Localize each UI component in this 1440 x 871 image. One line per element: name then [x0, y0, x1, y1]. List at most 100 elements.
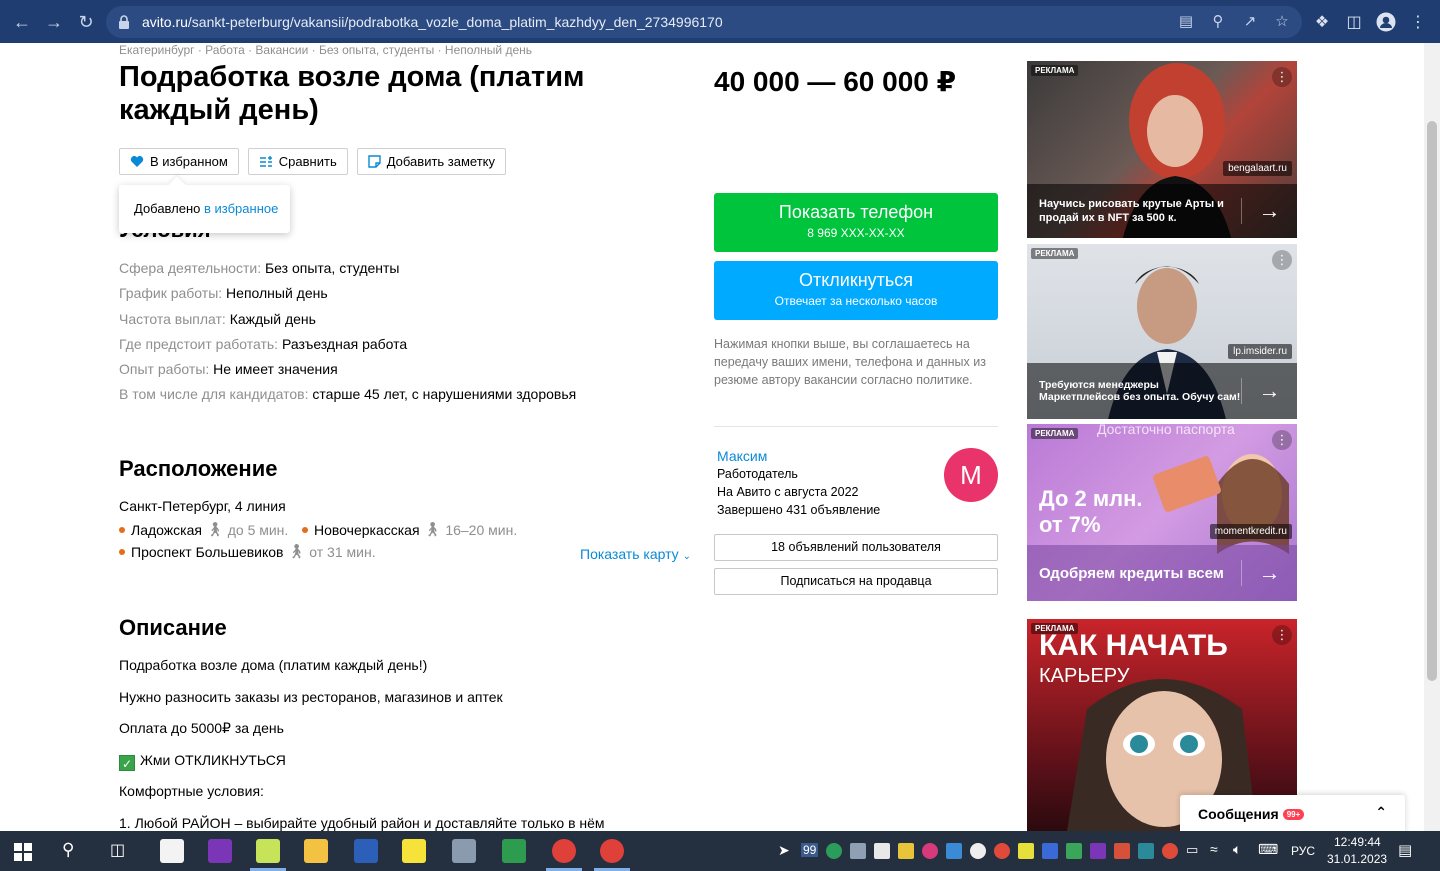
metro-dot-icon	[302, 526, 308, 533]
tooltip-favorites-link[interactable]: в избранное	[204, 201, 278, 216]
app-icon[interactable]	[452, 839, 476, 863]
lock-icon	[119, 15, 129, 29]
ad-label: РЕКЛАМА	[1031, 428, 1079, 439]
favorite-button[interactable]: В избранном	[119, 148, 239, 175]
chrome-app-icon[interactable]	[600, 839, 624, 863]
onenote-app-icon[interactable]	[208, 839, 232, 863]
back-arrow-icon[interactable]: ←	[6, 6, 38, 38]
chrome-app-icon[interactable]	[552, 839, 576, 863]
description-heading: Описание	[119, 615, 227, 640]
messages-panel[interactable]: Сообщения 99+ ⌃	[1180, 795, 1405, 831]
favorite-label: В избранном	[150, 154, 228, 169]
keyboard-icon[interactable]: ⌨	[1258, 841, 1278, 858]
notes-tray-icon[interactable]	[898, 843, 914, 859]
metro-station: Новочеркасская 🚶︎ 16–20 мин.	[302, 521, 517, 538]
ad-headline: До 2 млн. от 7%	[1039, 486, 1143, 537]
ad-label: РЕКЛАМА	[1031, 65, 1079, 76]
monitor-tray-icon[interactable]	[850, 843, 866, 859]
app-tray-icon[interactable]	[994, 843, 1010, 859]
ad-caption: Научись рисовать крутые Арты и продай их…	[1027, 184, 1297, 238]
clock-date[interactable]: 31.01.2023	[1327, 852, 1387, 866]
sheets-app-icon[interactable]	[502, 839, 526, 863]
search-icon[interactable]: ⚲	[62, 840, 74, 860]
ad-domain: bengalaart.ru	[1223, 161, 1292, 176]
zoom-icon[interactable]: ⚲	[1208, 12, 1228, 32]
subscribe-seller-button[interactable]: Подписаться на продавца	[714, 568, 998, 595]
profile-icon[interactable]	[1370, 6, 1402, 38]
wifi-icon[interactable]: ≈	[1210, 841, 1218, 857]
chevron-up-icon[interactable]: ⌃	[1375, 804, 1387, 821]
windows-start-icon[interactable]	[14, 843, 32, 861]
breadcrumb[interactable]: Екатеринбург · Работа · Вакансии · Без о…	[119, 43, 532, 57]
browser-menu-icon[interactable]: ⋮	[1402, 6, 1434, 38]
taskbar: ⚲ ◫ ➤ 99 ▭ ≈ 🔈︎ ⌨ РУС 12:49:44 31.01.202…	[0, 831, 1440, 871]
app-tray-icon[interactable]	[1066, 843, 1082, 859]
side-panel-icon[interactable]: ◫	[1338, 6, 1370, 38]
document-tray-icon[interactable]	[874, 843, 890, 859]
battery-icon[interactable]: ▭	[1186, 842, 1198, 858]
seller-name-link[interactable]: Максим	[717, 448, 767, 464]
add-note-label: Добавить заметку	[386, 154, 496, 169]
ad-menu-icon[interactable]: ⋮	[1272, 625, 1292, 645]
telegram-tray-icon[interactable]: ➤	[778, 842, 790, 859]
scroll-thumb[interactable]	[1427, 121, 1437, 681]
show-phone-button[interactable]: Показать телефон 8 969 XXX-XX-XX	[714, 193, 998, 252]
app-tray-icon[interactable]	[1138, 843, 1154, 859]
add-note-button[interactable]: Добавить заметку	[356, 148, 507, 175]
ad-menu-icon[interactable]: ⋮	[1272, 250, 1292, 270]
extensions-puzzle-icon[interactable]: ❖	[1306, 6, 1338, 38]
compare-icon	[259, 155, 272, 167]
ad-menu-icon[interactable]: ⋮	[1272, 67, 1292, 87]
scrollbar[interactable]	[1424, 43, 1440, 831]
show-map-link[interactable]: Показать карту ⌄	[580, 546, 691, 562]
seller-listings-button[interactable]: 18 объявлений пользователя	[714, 534, 998, 561]
ad-label: РЕКЛАМА	[1031, 248, 1079, 259]
ad-banner[interactable]: РЕКЛАМА Достаточно паспорта ⋮ До 2 млн. …	[1027, 424, 1297, 601]
heart-icon	[130, 156, 144, 167]
arrow-right-icon: →	[1241, 378, 1297, 404]
shield-tray-icon[interactable]	[826, 843, 842, 859]
address-bar[interactable]: avito.ru/sankt-peterburg/vakansii/podrab…	[106, 6, 1302, 38]
metro-station: Проспект Большевиков 🚶︎ от 31 мин.	[119, 543, 376, 560]
translate-icon[interactable]: ▤	[1176, 12, 1196, 32]
app-tray-icon[interactable]	[1162, 843, 1178, 859]
condition-row: График работы: Неполный день	[119, 285, 328, 301]
notepad-app-icon[interactable]	[160, 839, 184, 863]
forward-arrow-icon[interactable]: →	[38, 6, 70, 38]
consent-disclaimer: Нажимая кнопки выше, вы соглашаетесь на …	[714, 337, 986, 387]
app-tray-icon[interactable]	[1042, 843, 1058, 859]
app-tray-icon[interactable]	[1018, 843, 1034, 859]
ad-banner[interactable]: РЕКЛАМА ⋮ bengalaart.ru Научись рисовать…	[1027, 61, 1297, 238]
condition-row: Частота выплат: Каждый день	[119, 311, 316, 327]
messages-badge: 99+	[1282, 809, 1305, 820]
condition-row: Опыт работы: Не имеет значения	[119, 361, 338, 377]
app-tray-icon[interactable]	[1114, 843, 1130, 859]
word-app-icon[interactable]	[354, 839, 378, 863]
app-tray-icon[interactable]	[922, 843, 938, 859]
app-tray-icon[interactable]	[970, 843, 986, 859]
clock-time[interactable]: 12:49:44	[1334, 835, 1381, 849]
ad-menu-icon[interactable]: ⋮	[1272, 430, 1292, 450]
seller-completed: Завершено 431 объявление	[717, 503, 881, 517]
respond-button[interactable]: Откликнуться Отвечает за несколько часов	[714, 261, 998, 320]
task-view-icon[interactable]: ◫	[110, 840, 125, 860]
url-text: avito.ru/sankt-peterburg/vakansii/podrab…	[142, 14, 723, 30]
reload-icon[interactable]: ↻	[70, 6, 102, 38]
tray-badge[interactable]: 99	[801, 843, 819, 857]
bookmark-star-icon[interactable]: ☆	[1272, 12, 1292, 32]
charts-app-icon[interactable]	[256, 839, 280, 863]
ad-caption: Требуются менеджеры Маркетплейсов без оп…	[1027, 363, 1297, 419]
description-line: Нужно разносить заказы из ресторанов, ма…	[119, 689, 503, 705]
ad-banner[interactable]: РЕКЛАМА ⋮ lp.imsider.ru Требуются менедж…	[1027, 244, 1297, 419]
onenote-tray-icon[interactable]	[1090, 843, 1106, 859]
sticky-notes-icon[interactable]	[402, 839, 426, 863]
volume-icon[interactable]: 🔈︎	[1233, 841, 1241, 858]
share-icon[interactable]: ↗	[1240, 12, 1260, 32]
file-explorer-icon[interactable]	[304, 839, 328, 863]
avatar[interactable]: М	[944, 448, 998, 502]
ad-caption: Одобряем кредиты всем →	[1027, 545, 1297, 601]
snip-tray-icon[interactable]	[946, 843, 962, 859]
compare-button[interactable]: Сравнить	[247, 148, 348, 175]
language-indicator[interactable]: РУС	[1291, 844, 1315, 858]
notification-icon[interactable]: ▤	[1398, 841, 1412, 859]
